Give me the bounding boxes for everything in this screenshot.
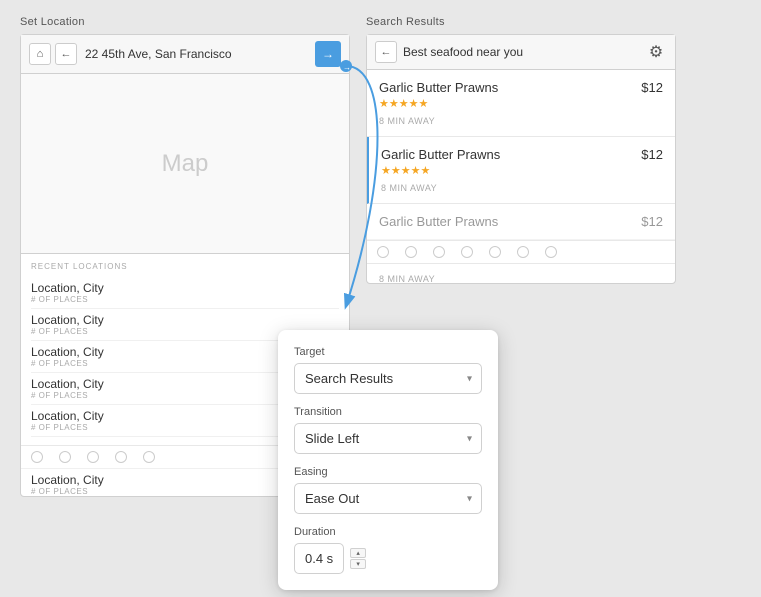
result-price-3: $12 (641, 214, 663, 229)
partial-distance: 8 MIN AWAY (367, 263, 675, 283)
right-tab-dot-7[interactable] (545, 246, 557, 258)
result-item-1[interactable]: Garlic Butter Prawns $12 ★★★★★ 8 MIN AWA… (367, 70, 675, 137)
duration-field: Duration 0.4 s ▴ ▾ (294, 526, 482, 574)
search-input[interactable] (403, 45, 639, 59)
result-item-2[interactable]: Garlic Butter Prawns $12 ★★★★★ 8 MIN AWA… (367, 137, 675, 204)
list-item[interactable]: Location, City # OF PLACES (31, 277, 339, 309)
home-icon: ⌂ (37, 48, 44, 60)
tab-dot-2[interactable] (59, 451, 71, 463)
transition-select[interactable]: Slide Left Slide Right Fade Push (294, 423, 482, 454)
filter-button[interactable]: ⚙ (645, 41, 667, 63)
result-price-1: $12 (641, 80, 663, 95)
right-tab-dot-3[interactable] (433, 246, 445, 258)
location-name: Location, City (31, 313, 339, 327)
transition-popup: Target Search Results Set Location Map V… (278, 330, 498, 590)
tab-dot-1[interactable] (31, 451, 43, 463)
left-panel-title: Set Location (20, 16, 350, 28)
result-distance-2: 8 MIN AWAY (381, 183, 663, 193)
result-item-3[interactable]: Garlic Butter Prawns $12 (367, 204, 675, 240)
map-label: Map (162, 150, 209, 178)
duration-decrement-button[interactable]: ▾ (350, 559, 366, 569)
result-stars-2: ★★★★★ (381, 164, 663, 177)
easing-select-wrapper: Ease Out Ease In Ease In Out Linear ▾ (294, 483, 482, 514)
transition-field: Transition Slide Left Slide Right Fade P… (294, 406, 482, 454)
result-top-3: Garlic Butter Prawns $12 (379, 214, 663, 229)
easing-select[interactable]: Ease Out Ease In Ease In Out Linear (294, 483, 482, 514)
result-name-2: Garlic Butter Prawns (381, 147, 500, 162)
target-select[interactable]: Search Results Set Location Map View (294, 363, 482, 394)
target-select-wrapper: Search Results Set Location Map View ▾ (294, 363, 482, 394)
tab-dot-4[interactable] (115, 451, 127, 463)
result-stars-1: ★★★★★ (379, 97, 663, 110)
locations-title: RECENT LOCATIONS (31, 262, 339, 271)
duration-increment-button[interactable]: ▴ (350, 548, 366, 558)
map-area: Map (21, 74, 349, 254)
transition-select-wrapper: Slide Left Slide Right Fade Push ▾ (294, 423, 482, 454)
easing-label: Easing (294, 466, 482, 478)
duration-stepper: ▴ ▾ (350, 548, 366, 569)
location-sub: # OF PLACES (31, 295, 339, 304)
result-top-2: Garlic Butter Prawns $12 (381, 147, 663, 162)
svg-text:→: → (343, 63, 351, 72)
right-tab-dots-row (367, 240, 675, 263)
right-tab-dot-4[interactable] (461, 246, 473, 258)
location-name: Location, City (31, 281, 339, 295)
back-button[interactable]: ← (55, 43, 77, 65)
left-panel-header: ⌂ ← → (21, 35, 349, 74)
transition-label: Transition (294, 406, 482, 418)
target-label: Target (294, 346, 482, 358)
right-tab-dot-6[interactable] (517, 246, 529, 258)
target-field: Target Search Results Set Location Map V… (294, 346, 482, 394)
forward-icon: → (322, 47, 334, 61)
right-panel-title: Search Results (366, 16, 676, 28)
right-tab-dot-2[interactable] (405, 246, 417, 258)
filter-icon: ⚙ (649, 42, 663, 62)
tab-dot-5[interactable] (143, 451, 155, 463)
partial-distance-label: 8 MIN AWAY (379, 274, 663, 283)
easing-field: Easing Ease Out Ease In Ease In Out Line… (294, 466, 482, 514)
tab-dot-3[interactable] (87, 451, 99, 463)
duration-row: 0.4 s ▴ ▾ (294, 543, 482, 574)
right-panel: ← ⚙ Garlic Butter Prawns $12 ★★★★★ 8 MIN… (366, 34, 676, 284)
home-button[interactable]: ⌂ (29, 43, 51, 65)
result-top-1: Garlic Butter Prawns $12 (379, 80, 663, 95)
duration-label: Duration (294, 526, 482, 538)
connector-arrow: → (338, 56, 398, 316)
search-header: ← ⚙ (367, 35, 675, 70)
back-icon: ← (61, 48, 72, 60)
duration-value: 0.4 s (294, 543, 344, 574)
result-distance-1: 8 MIN AWAY (379, 116, 663, 126)
right-tab-dot-5[interactable] (489, 246, 501, 258)
address-input[interactable] (81, 45, 311, 63)
result-price-2: $12 (641, 147, 663, 162)
